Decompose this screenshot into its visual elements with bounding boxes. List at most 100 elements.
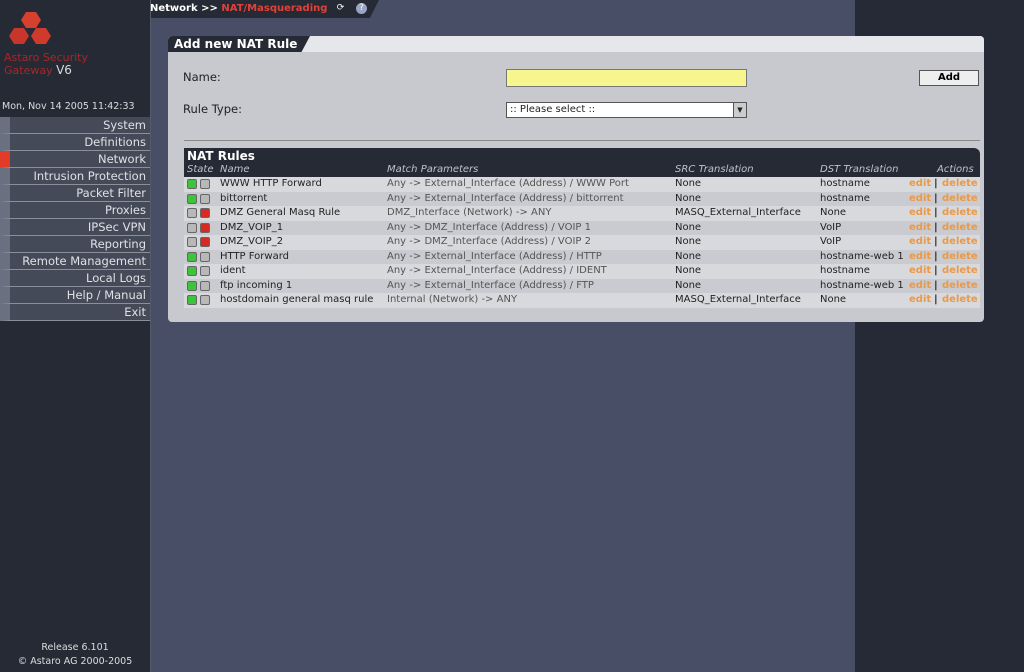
rule-match: Any -> External_Interface (Address) / FT…: [387, 279, 594, 291]
rule-dst: VoIP: [820, 236, 842, 247]
rule-match: Any -> External_Interface (Address) / HT…: [387, 250, 602, 262]
header-src: SRC Translation: [675, 164, 754, 175]
action-separator: |: [934, 250, 938, 262]
action-separator: |: [934, 221, 938, 233]
nat-panel: Add new NAT Rule Name: Add Rule Type: ::…: [168, 36, 984, 322]
table-row: hostdomain general masq rule Internal (Ne…: [184, 293, 980, 308]
table-row: DMZ_VOIP_2 Any -> DMZ_Interface (Address)…: [184, 235, 980, 250]
sidebar-item-network[interactable]: Network: [0, 151, 150, 168]
rule-src: MASQ_External_Interface: [675, 294, 801, 305]
breadcrumb: Network >> NAT/Masquerading: [150, 3, 327, 14]
sidebar-item-reporting[interactable]: Reporting: [0, 236, 150, 253]
table-row: ident Any -> External_Interface (Address)…: [184, 264, 980, 279]
state-toggle-on-icon[interactable]: [187, 280, 197, 291]
breadcrumb-section[interactable]: Network: [150, 3, 198, 14]
state-toggle-on-icon[interactable]: [187, 295, 197, 305]
state-toggle-on-icon[interactable]: [187, 193, 197, 204]
copyright: © Astaro AG 2000-2005: [17, 656, 133, 667]
edit-link[interactable]: edit: [909, 177, 931, 191]
state-toggle-on-icon[interactable]: [187, 179, 197, 189]
state-toggle-on-icon[interactable]: [187, 266, 197, 276]
rule-name: ident: [220, 265, 246, 276]
rule-src: None: [675, 265, 702, 276]
sidebar-item-exit[interactable]: Exit: [0, 304, 150, 321]
action-separator: |: [934, 279, 938, 291]
delete-link[interactable]: delete: [942, 235, 978, 249]
rule-src: MASQ_External_Interface: [675, 207, 801, 218]
header-name: Name: [220, 164, 250, 175]
rule-dst: hostname: [820, 178, 870, 189]
rule-type-select[interactable]: :: Please select :: ▼: [506, 102, 747, 118]
sidebar-item-proxies[interactable]: Proxies: [0, 202, 150, 219]
state-toggle-on-icon[interactable]: [187, 208, 197, 218]
sidebar-item-intrusion-protection[interactable]: Intrusion Protection: [0, 168, 150, 185]
rule-src: None: [675, 236, 702, 247]
sidebar-item-help-manual[interactable]: Help / Manual: [0, 287, 150, 304]
rule-dst: hostname-web 1: [820, 279, 904, 291]
state-toggle-off-icon[interactable]: [200, 280, 210, 291]
edit-link[interactable]: edit: [909, 192, 931, 206]
name-input[interactable]: [506, 69, 747, 87]
rule-dst: None: [820, 294, 847, 305]
state-toggle-off-icon[interactable]: [200, 179, 210, 189]
state-toggle-off-icon[interactable]: [200, 193, 210, 204]
delete-link[interactable]: delete: [942, 264, 978, 278]
rule-name: HTTP Forward: [220, 250, 289, 262]
table-title: NAT Rules: [187, 149, 255, 163]
state-toggle-off-icon[interactable]: [200, 295, 210, 305]
delete-link[interactable]: delete: [942, 177, 978, 191]
edit-link[interactable]: edit: [909, 221, 931, 235]
rule-match: Any -> DMZ_Interface (Address) / VOIP 2: [387, 236, 591, 247]
delete-link[interactable]: delete: [942, 279, 978, 293]
chevron-down-icon[interactable]: ▼: [733, 103, 746, 117]
sidebar-item-system[interactable]: System: [0, 117, 150, 134]
state-toggle-off-icon[interactable]: [200, 266, 210, 276]
panel-title: Add new NAT Rule: [168, 36, 310, 52]
divider: [184, 140, 980, 141]
brand-version: V6: [56, 63, 72, 77]
delete-link[interactable]: delete: [942, 206, 978, 220]
sidebar-item-packet-filter[interactable]: Packet Filter: [0, 185, 150, 202]
rule-name: bittorrent: [220, 192, 268, 204]
delete-link[interactable]: delete: [942, 221, 978, 235]
rule-src: None: [675, 192, 702, 204]
breadcrumb-separator: >>: [201, 3, 218, 14]
rule-match: Any -> External_Interface (Address) / bi…: [387, 192, 624, 204]
state-toggle-on-icon[interactable]: [187, 237, 197, 247]
rule-name: ftp incoming 1: [220, 279, 293, 291]
help-icon[interactable]: ?: [356, 3, 367, 14]
edit-link[interactable]: edit: [909, 235, 931, 249]
sidebar-item-local-logs[interactable]: Local Logs: [0, 270, 150, 287]
state-toggle-off-icon[interactable]: [200, 237, 210, 247]
delete-link[interactable]: delete: [942, 192, 978, 206]
state-toggle-on-icon[interactable]: [187, 222, 197, 233]
state-toggle-off-icon[interactable]: [200, 208, 210, 218]
sidebar-item-definitions[interactable]: Definitions: [0, 134, 150, 151]
header-actions: Actions: [937, 164, 974, 175]
rule-dst: None: [820, 207, 847, 218]
rule-match: Any -> External_Interface (Address) / WW…: [387, 178, 629, 189]
add-button[interactable]: Add: [919, 70, 979, 86]
state-toggle-on-icon[interactable]: [187, 251, 197, 262]
rule-name: DMZ_VOIP_1: [220, 221, 284, 233]
brand-line2: Gateway: [4, 64, 53, 77]
action-separator: |: [934, 178, 938, 189]
sidebar-item-remote-management[interactable]: Remote Management: [0, 253, 150, 270]
rule-match: Any -> External_Interface (Address) / ID…: [387, 265, 607, 276]
edit-link[interactable]: edit: [909, 279, 931, 293]
state-toggle-off-icon[interactable]: [200, 251, 210, 262]
delete-link[interactable]: delete: [942, 250, 978, 264]
refresh-icon[interactable]: ⟳: [335, 3, 346, 14]
table-row: DMZ General Masq Rule DMZ_Interface (Netw…: [184, 206, 980, 221]
table-body: WWW HTTP Forward Any -> External_Interfac…: [184, 177, 980, 308]
sidebar-item-ipsec-vpn[interactable]: IPSec VPN: [0, 219, 150, 236]
edit-link[interactable]: edit: [909, 264, 931, 278]
rule-dst: VoIP: [820, 221, 842, 233]
edit-link[interactable]: edit: [909, 206, 931, 220]
edit-link[interactable]: edit: [909, 250, 931, 264]
breadcrumb-current: NAT/Masquerading: [221, 3, 328, 14]
delete-link[interactable]: delete: [942, 293, 978, 307]
table-row: ftp incoming 1 Any -> External_Interface …: [184, 278, 980, 293]
edit-link[interactable]: edit: [909, 293, 931, 307]
state-toggle-off-icon[interactable]: [200, 222, 210, 233]
